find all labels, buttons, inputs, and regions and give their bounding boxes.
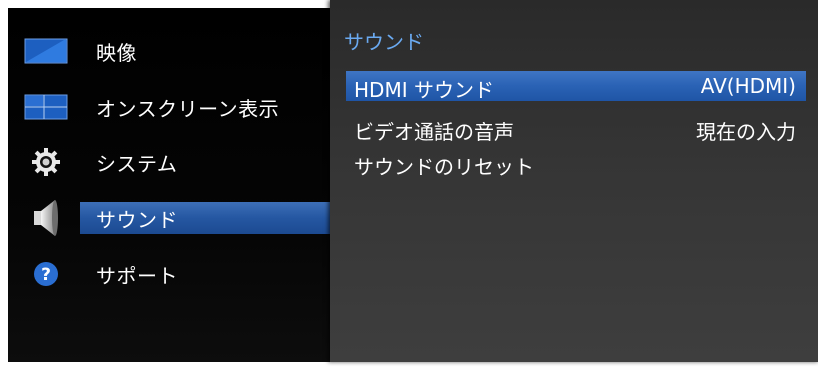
menu-item-label: システム <box>96 151 178 176</box>
main-menu-panel: 映像 オンスクリーン表示 システム サウンド ? サポート <box>8 8 330 362</box>
submenu-item-label: HDMI サウンド <box>354 78 494 102</box>
submenu-item-value: AV(HDMI) <box>700 74 796 98</box>
menu-item-system[interactable]: システム <box>8 146 330 178</box>
menu-item-label: 映像 <box>96 40 137 65</box>
submenu-item-label: ビデオ通話の音声 <box>354 120 514 144</box>
menu-item-support[interactable]: ? サポート <box>8 258 330 290</box>
menu-item-label: サポート <box>96 263 178 288</box>
svg-text:?: ? <box>41 265 51 285</box>
menu-item-label: サウンド <box>96 207 178 232</box>
picture-icon <box>24 35 68 67</box>
submenu-title: サウンド <box>344 30 424 54</box>
sub-menu-panel: サウンド HDMI サウンド AV(HDMI) ビデオ通話の音声 現在の入力 サ… <box>330 0 820 362</box>
submenu-item-value: 現在の入力 <box>696 120 796 144</box>
screen-border <box>818 0 825 367</box>
onscreen-display-icon <box>24 91 68 123</box>
menu-item-onscreen-display[interactable]: オンスクリーン表示 <box>8 91 330 123</box>
submenu-item-hdmi-sound[interactable]: HDMI サウンド AV(HDMI) <box>346 71 806 102</box>
menu-item-label: オンスクリーン表示 <box>96 96 280 121</box>
gear-icon <box>24 146 68 178</box>
help-icon: ? <box>24 258 68 290</box>
tv-menu-screen: 映像 オンスクリーン表示 システム サウンド ? サポート サウンド HDMI … <box>0 0 825 367</box>
submenu-item-video-call-audio[interactable]: ビデオ通話の音声 現在の入力 <box>346 113 806 144</box>
submenu-item-label: サウンドのリセット <box>354 155 534 179</box>
speaker-icon <box>24 200 68 236</box>
menu-item-picture[interactable]: 映像 <box>8 35 330 67</box>
menu-item-sound[interactable]: サウンド <box>8 200 330 236</box>
submenu-item-sound-reset[interactable]: サウンドのリセット <box>346 148 806 179</box>
